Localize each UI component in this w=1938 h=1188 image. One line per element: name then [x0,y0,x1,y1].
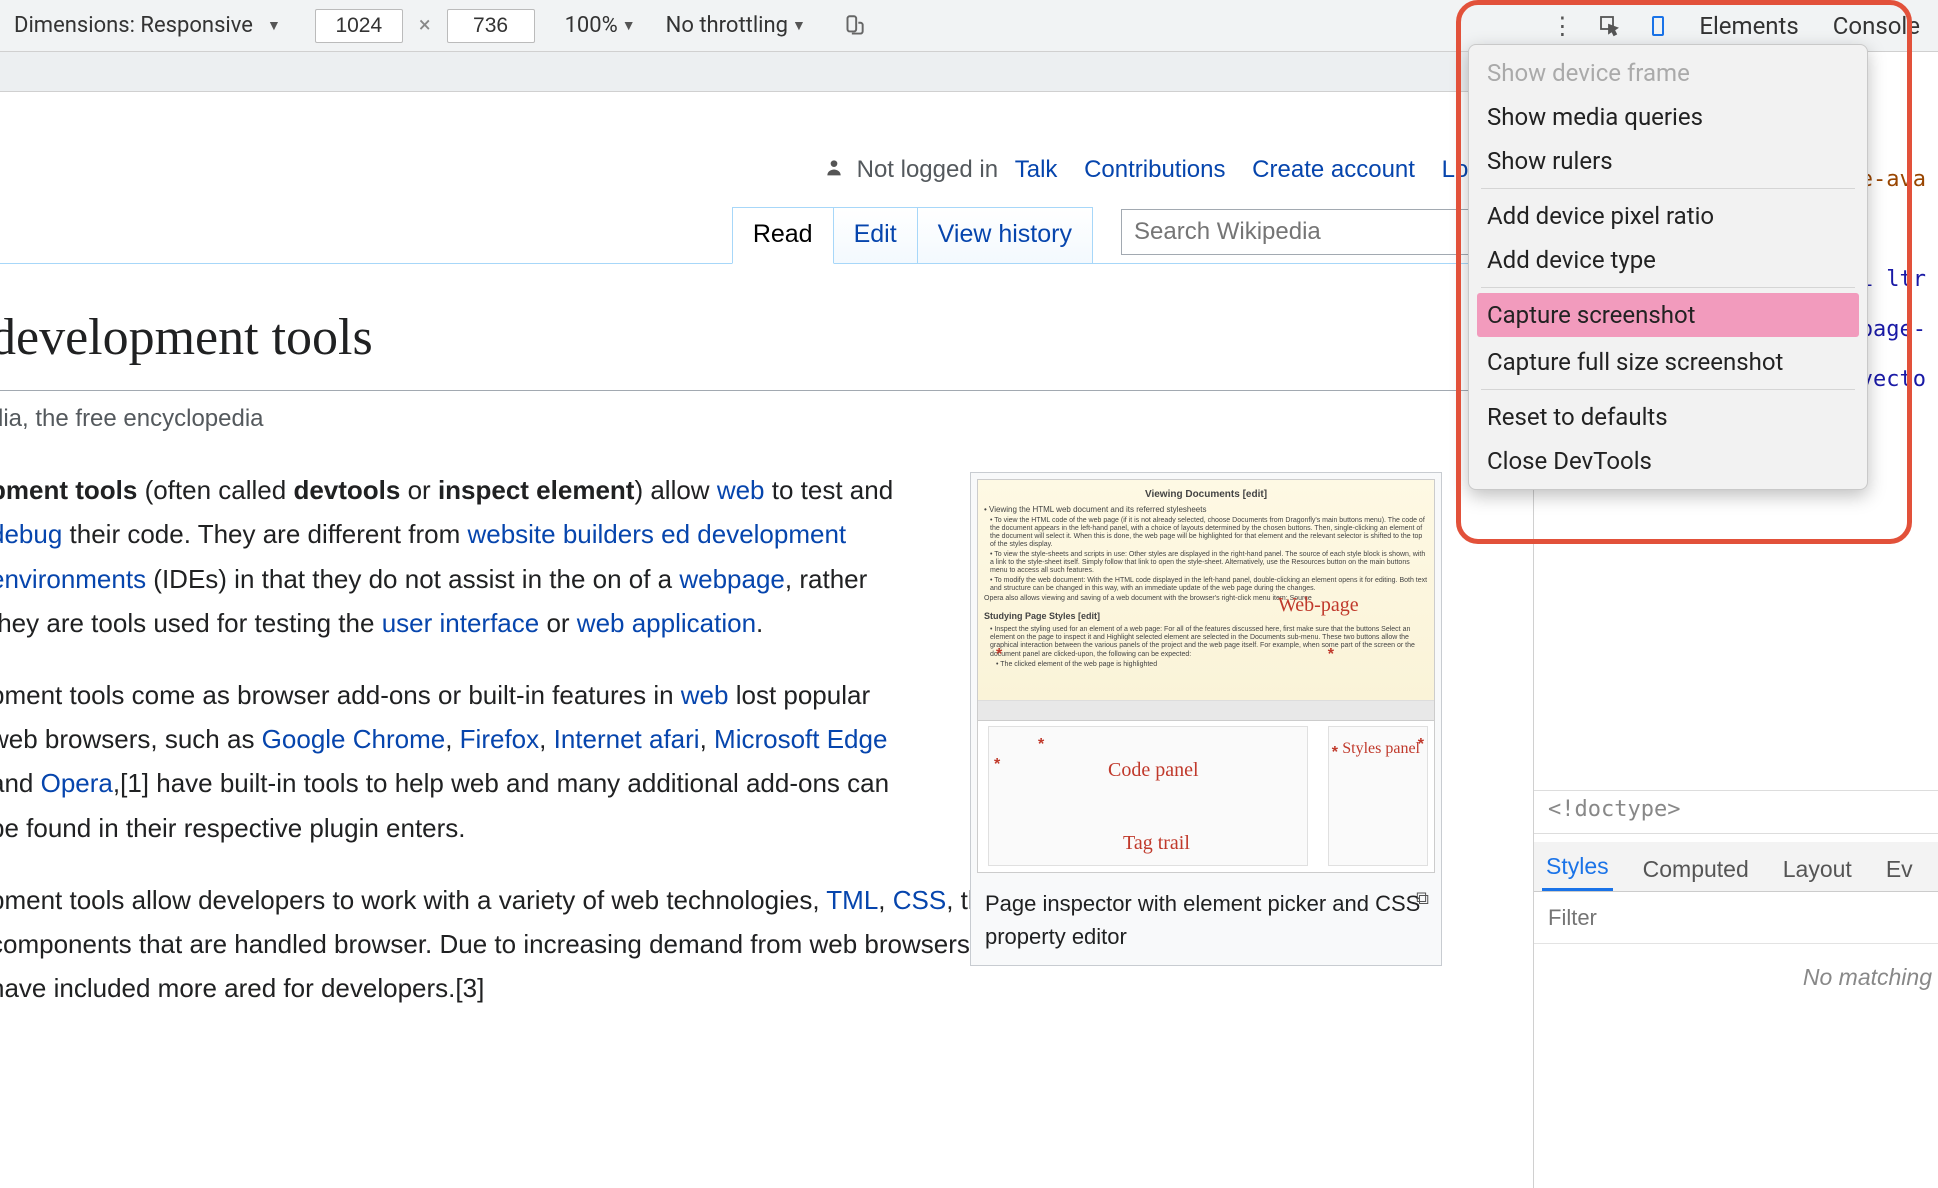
menu-separator [1481,389,1855,390]
link-webpage[interactable]: webpage [679,564,785,594]
link-safari[interactable]: afari [649,724,700,754]
device-toggle-icon[interactable] [1643,11,1673,41]
article-body: development tools dia, the free encyclop… [0,264,1533,1010]
menu-add-device-type[interactable]: Add device type [1469,238,1867,282]
chevron-down-icon[interactable]: ▼ [622,17,636,34]
tab-elements[interactable]: Elements [1691,12,1806,40]
width-input[interactable] [315,9,403,43]
link-edge[interactable]: Microsoft Edge [714,724,887,754]
inspect-icon[interactable] [1595,11,1625,41]
code-fragment: page- [1860,317,1926,342]
styles-filter-row [1534,892,1938,944]
tab-styles[interactable]: Styles [1542,843,1613,891]
link-web-browsers[interactable]: web [681,680,729,710]
annotation-code-panel: Code panel [1108,753,1199,787]
link-create-account[interactable]: Create account [1252,156,1415,183]
tab-console[interactable]: Console [1825,12,1928,40]
link-website-builders[interactable]: website builders [467,519,653,549]
menu-separator [1481,287,1855,288]
dom-breadcrumb[interactable]: <!doctype> [1534,790,1938,834]
user-icon [824,157,850,182]
link-chrome[interactable]: Google Chrome [262,724,446,754]
annotation-webpage: Web-page [1278,588,1359,622]
link-debug[interactable]: debug [0,519,62,549]
thumbnail-caption: Page inspector with element picker and C… [977,873,1435,959]
annotation-styles-panel: Styles panel [1342,741,1420,757]
page-subtitle: dia, the free encyclopedia [0,399,1533,440]
height-input[interactable] [447,9,535,43]
article-thumbnail: Viewing Documents [edit] • Viewing the H… [970,472,1442,966]
menu-close-devtools[interactable]: Close DevTools [1469,439,1867,483]
link-firefox[interactable]: Firefox [460,724,539,754]
link-talk[interactable]: Talk [1015,156,1058,183]
link-html[interactable]: TML [826,885,878,915]
wiki-view-tabs: Read Edit View history [0,204,1533,264]
menu-capture-screenshot[interactable]: Capture screenshot [1477,293,1859,337]
times-label: × [411,13,439,38]
zoom-label[interactable]: 100% [565,13,618,38]
link-css[interactable]: CSS [893,885,946,915]
page-title: development tools [0,294,1533,391]
tab-layout[interactable]: Layout [1779,846,1856,891]
link-user-interface[interactable]: user interface [382,608,540,638]
link-opera[interactable]: Opera [41,768,113,798]
thumbnail-image[interactable]: Viewing Documents [edit] • Viewing the H… [977,479,1435,873]
wiki-personal-tools: Not logged in Talk Contributions Create … [0,92,1533,204]
article-paragraph: pment tools come as browser add-ons or b… [0,673,910,850]
tab-computed[interactable]: Computed [1639,846,1753,891]
link-internet-explorer[interactable]: Internet [554,724,642,754]
menu-add-pixel-ratio[interactable]: Add device pixel ratio [1469,194,1867,238]
ruler-bar [0,52,1533,92]
enlarge-icon[interactable]: ⧉ [1416,883,1429,914]
article-paragraph: pment tools (often called devtools or in… [0,468,910,645]
chevron-down-icon[interactable]: ▼ [792,17,806,34]
search-input[interactable] [1122,218,1482,246]
menu-show-device-frame: Show device frame [1469,51,1867,95]
search-box [1121,209,1521,255]
annotation-tag-trail: Tag trail [1123,826,1190,860]
link-web[interactable]: web [717,475,765,505]
tab-edit[interactable]: Edit [833,207,918,263]
code-fragment: i ltr [1860,267,1926,292]
device-viewport: Not logged in Talk Contributions Create … [0,52,1533,1188]
wikipedia-page: Not logged in Talk Contributions Create … [0,92,1533,1010]
not-logged-in-label: Not logged in [857,156,998,183]
menu-show-rulers[interactable]: Show rulers [1469,139,1867,183]
chevron-down-icon[interactable]: ▼ [267,17,281,34]
menu-reset-defaults[interactable]: Reset to defaults [1469,395,1867,439]
menu-show-media-queries[interactable]: Show media queries [1469,95,1867,139]
styles-filter-input[interactable] [1548,905,1924,931]
tab-view-history[interactable]: View history [917,207,1093,263]
menu-separator [1481,188,1855,189]
tab-read[interactable]: Read [732,207,834,264]
styles-sidebar-tabs: Styles Computed Layout Ev [1534,842,1938,892]
link-web-application[interactable]: web application [577,608,756,638]
devtools-options-menu: Show device frame Show media queries Sho… [1468,44,1868,490]
no-matching-label: No matching [1534,952,1938,1003]
tab-event-listeners[interactable]: Ev [1882,846,1917,891]
rotate-icon[interactable] [840,12,868,40]
dimensions-label[interactable]: Dimensions: Responsive [14,13,253,38]
link-contributions[interactable]: Contributions [1084,156,1225,183]
throttling-label[interactable]: No throttling [666,13,788,38]
kebab-menu-icon[interactable]: ⋮ [1547,11,1577,41]
menu-capture-full-screenshot[interactable]: Capture full size screenshot [1469,340,1867,384]
